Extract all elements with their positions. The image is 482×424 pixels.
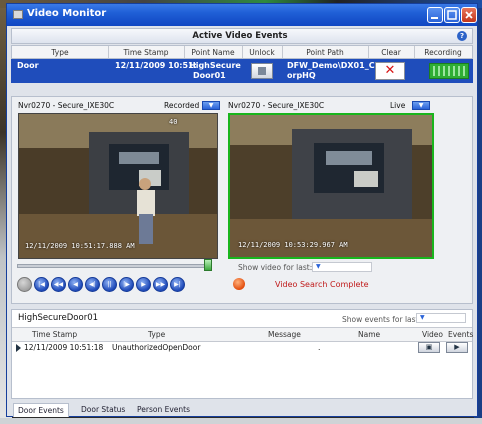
show-events-dropdown[interactable]: ▼ (416, 313, 466, 323)
show-video-label: Show video for last: (238, 263, 313, 272)
event-type: Door (17, 61, 39, 70)
rewind-button[interactable]: ◀ (68, 277, 83, 292)
pause-button[interactable]: || (102, 277, 117, 292)
active-events-column-headers: Type Time Stamp Point Name Unlock Point … (11, 45, 473, 59)
event-point-path-line1: DFW_Demo\DX01_C (287, 61, 375, 70)
window-title: Video Monitor (27, 8, 107, 19)
minimize-button[interactable] (427, 7, 443, 23)
clear-button[interactable]: ✕ (375, 62, 405, 80)
left-camera-name: Nvr0270 - Secure_IXE30C (18, 101, 115, 110)
events-panel-title: HighSecureDoor01 (18, 313, 99, 323)
event-time-stamp: 12/11/2009 10:51: (115, 61, 197, 70)
col-point-path[interactable]: Point Path (282, 48, 368, 57)
video-monitor-window: Video Monitor Active Video Events ? Type… (6, 3, 478, 417)
maximize-icon (447, 10, 457, 20)
fast-forward-button[interactable]: ▶▶ (153, 277, 168, 292)
right-camera-name: Nvr0270 - Secure_IXE30C (228, 101, 325, 110)
search-status-indicator (233, 278, 245, 290)
event-row-type: UnauthorizedOpenDoor (112, 343, 201, 352)
active-events-title: Active Video Events (192, 31, 288, 41)
playback-slider-thumb[interactable] (204, 259, 212, 271)
active-events-header: Active Video Events ? (11, 28, 473, 44)
skip-start-button[interactable]: |◀ (34, 277, 49, 292)
step-forward-icon: |▶ (123, 281, 130, 288)
recorded-video-view[interactable]: 40 12/11/2009 10:51:17.888 AM (18, 113, 218, 259)
event-point-path-line2: orpHQ (287, 71, 316, 80)
skip-end-button[interactable]: ▶| (170, 277, 185, 292)
fast-rewind-button[interactable]: ◀◀ (51, 277, 66, 292)
play-icon: ▶ (454, 343, 460, 351)
right-camera-mode-dropdown[interactable]: ▼ (412, 101, 430, 110)
events-panel: HighSecureDoor01 Show events for last: ▼… (11, 309, 473, 399)
step-back-icon: ◀| (89, 281, 96, 288)
col-event-type[interactable]: Type (148, 330, 165, 339)
app-icon (13, 10, 23, 19)
minimize-icon (431, 17, 438, 19)
video-search-status: Video Search Complete (275, 280, 369, 289)
recorded-video-frame (19, 114, 217, 258)
recorded-timestamp: 12/11/2009 10:51:17.888 AM (25, 242, 135, 250)
skip-end-icon: ▶| (174, 281, 181, 288)
maximize-button[interactable] (444, 7, 460, 23)
live-timestamp: 12/11/2009 10:53:29.967 AM (238, 241, 348, 249)
col-event-events[interactable]: Events (448, 330, 473, 339)
show-video-dropdown[interactable]: ▼ (312, 262, 372, 272)
bottom-tabs: Door Events Door Status Person Events (11, 401, 473, 417)
play-button[interactable]: ▶ (136, 277, 151, 292)
col-event-message[interactable]: Message (268, 330, 301, 339)
play-icon: ▶ (141, 281, 146, 288)
tab-door-status[interactable]: Door Status (77, 403, 129, 416)
playback-slider[interactable] (17, 264, 212, 268)
active-event-row[interactable]: Door 12/11/2009 10:51: HighSecure Door01… (11, 59, 473, 83)
col-recording[interactable]: Recording (414, 48, 472, 57)
col-event-name[interactable]: Name (358, 330, 380, 339)
col-time-stamp[interactable]: Time Stamp (108, 48, 184, 57)
right-camera-mode: Live (390, 101, 406, 110)
fast-rewind-icon: ◀◀ (53, 281, 64, 288)
col-event-time-stamp[interactable]: Time Stamp (32, 330, 77, 339)
event-row[interactable]: 12/11/2009 10:51:18 UnauthorizedOpenDoor… (12, 341, 472, 354)
event-point-name-line1: HighSecure (189, 61, 241, 70)
close-icon (465, 11, 473, 19)
col-event-video[interactable]: Video (422, 330, 443, 339)
tab-door-events[interactable]: Door Events (13, 403, 69, 417)
tab-person-events[interactable]: Person Events (133, 403, 194, 416)
row-selector-icon (16, 344, 21, 352)
left-camera-mode-dropdown[interactable]: ▼ (202, 101, 220, 110)
left-camera-mode: Recorded (164, 101, 200, 110)
events-column-headers: Time Stamp Type Message Name Video Event… (12, 327, 473, 342)
rewind-icon: ◀ (73, 281, 78, 288)
col-clear[interactable]: Clear (368, 48, 414, 57)
stop-button[interactable] (17, 277, 32, 292)
event-row-name: . (318, 343, 321, 352)
title-bar[interactable]: Video Monitor (7, 4, 477, 26)
skip-start-icon: |◀ (38, 281, 45, 288)
event-point-name-line2: Door01 (193, 71, 226, 80)
view-events-button[interactable]: ▶ (446, 342, 468, 353)
desktop-background-bottom (0, 418, 482, 424)
frame-counter: 40 (169, 118, 178, 126)
unlock-button[interactable] (251, 63, 273, 79)
event-row-time-stamp: 12/11/2009 10:51:18 (24, 343, 104, 352)
step-back-button[interactable]: ◀| (85, 277, 100, 292)
pause-icon: || (107, 281, 112, 288)
show-events-label: Show events for last: (342, 315, 422, 324)
col-unlock[interactable]: Unlock (242, 48, 282, 57)
close-button[interactable] (461, 7, 477, 23)
fast-forward-icon: ▶▶ (155, 281, 166, 288)
video-panel: Nvr0270 - Secure_IXE30C Recorded ▼ Nvr02… (11, 96, 473, 304)
chevron-down-icon: ▼ (316, 263, 321, 270)
camera-icon: ▣ (425, 343, 433, 351)
help-icon[interactable]: ? (457, 31, 467, 41)
chevron-down-icon: ▼ (420, 314, 425, 321)
live-video-frame (230, 115, 432, 257)
live-video-view[interactable]: 12/11/2009 10:53:29.967 AM (228, 113, 434, 259)
play-video-button[interactable]: ▣ (418, 342, 440, 353)
recording-indicator[interactable] (429, 63, 469, 79)
step-forward-button[interactable]: |▶ (119, 277, 134, 292)
lock-icon (258, 67, 266, 75)
col-type[interactable]: Type (12, 48, 108, 57)
col-point-name[interactable]: Point Name (184, 48, 242, 57)
